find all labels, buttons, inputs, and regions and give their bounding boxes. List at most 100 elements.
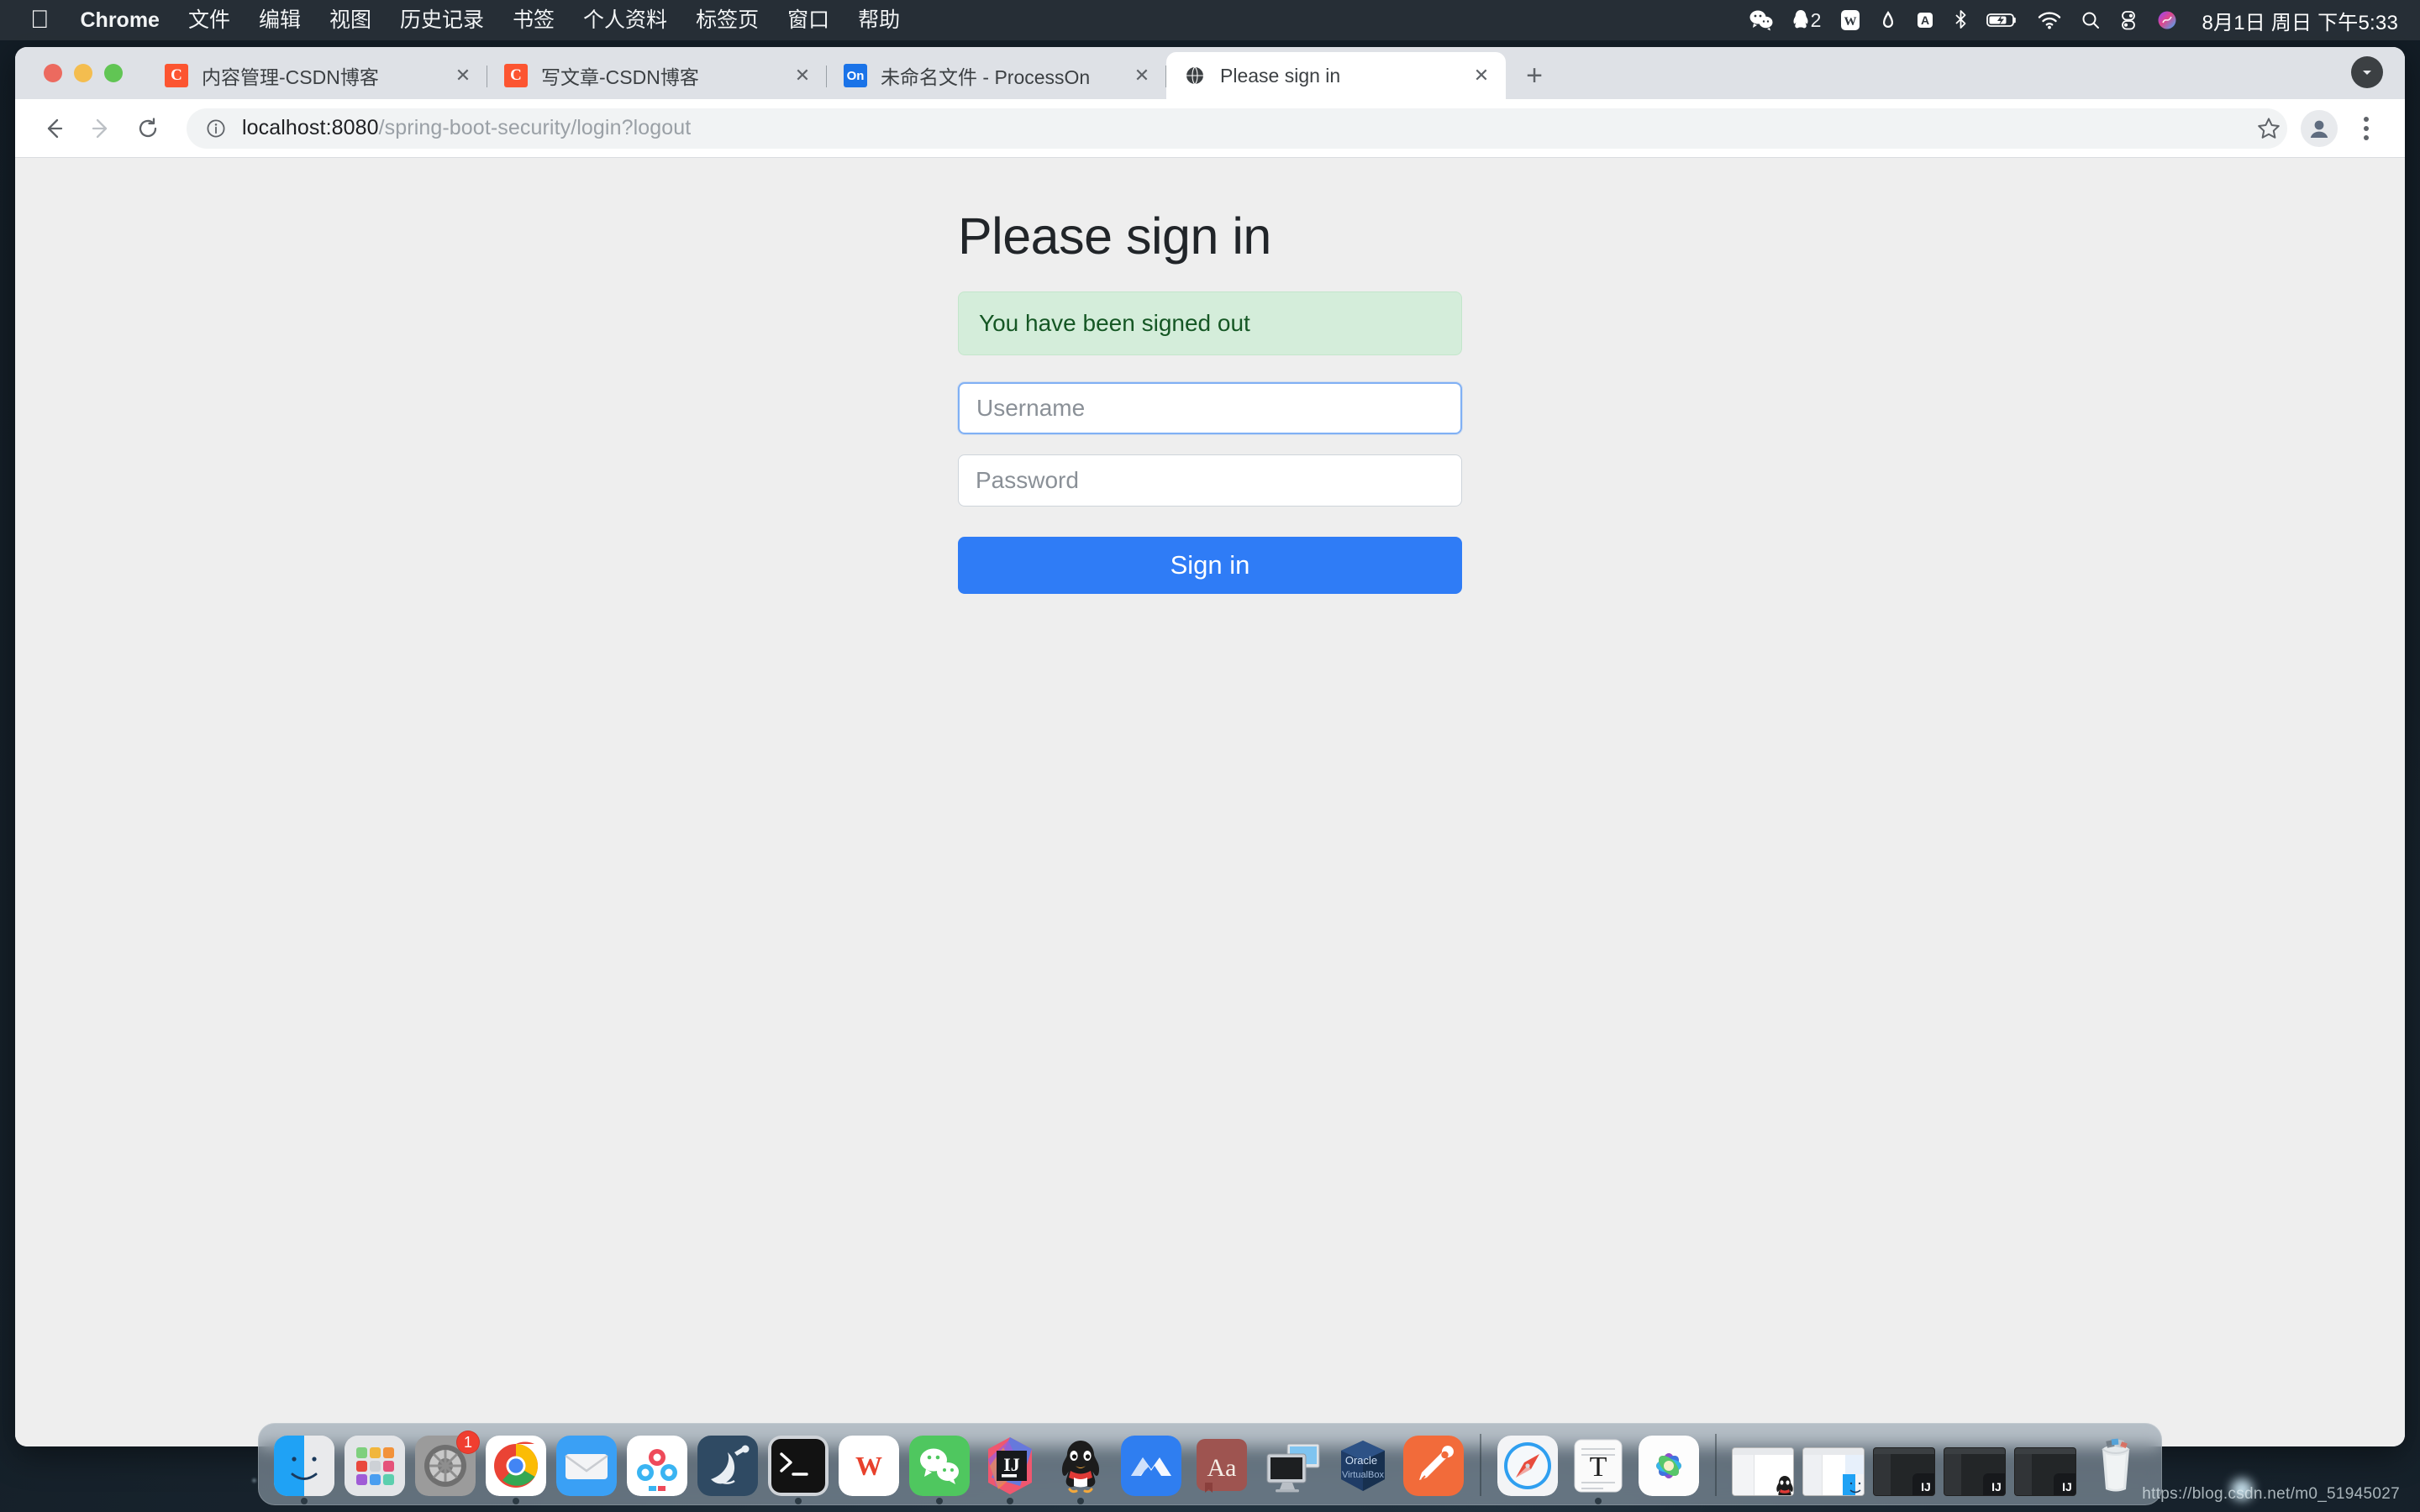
intellij-overlay-label: IJ [1921,1480,1931,1494]
close-window-button[interactable] [44,64,62,82]
menu-bar-clock[interactable]: 8月1日 周日 下午5:33 [2196,6,2398,35]
bluetooth-icon[interactable] [1954,0,1968,40]
running-indicator [1007,1498,1013,1504]
new-tab-button[interactable]: + [1516,57,1553,94]
dock-item-screen-sharing[interactable] [1261,1434,1323,1496]
qq-icon[interactable]: 2 [1792,0,1821,40]
menu-item-chrome[interactable]: Chrome [66,0,174,40]
minimized-window-intellij-3[interactable]: IJ [2014,1434,2076,1496]
url-host: localhost:8080 [242,116,379,139]
forward-button[interactable] [77,105,124,152]
close-tab-button[interactable]: ✕ [790,63,815,88]
dock-item-mail[interactable] [555,1434,618,1496]
finder-overlay-icon [1842,1473,1864,1495]
svg-text:W: W [855,1451,882,1481]
dock-item-wps-office[interactable]: W [838,1434,900,1496]
maximize-window-button[interactable] [104,64,123,82]
svg-text:T: T [1590,1452,1607,1483]
wifi-icon[interactable] [2037,0,2062,40]
baidu-netdisk-icon [627,1436,687,1496]
minimized-window-intellij-1[interactable]: IJ [1873,1434,1935,1496]
battery-charging-icon[interactable] [1986,0,2018,40]
menu-item-view[interactable]: 视图 [315,0,386,40]
minimized-window-thumbnail: IJ [2014,1447,2076,1496]
dock-item-finder[interactable] [273,1434,335,1504]
qq-overlay-icon [1771,1473,1793,1495]
apple-logo-icon[interactable]:  [30,0,66,40]
browser-tab-title: 未命名文件 - ProcessOn [881,66,1091,88]
wechat-icon[interactable] [1749,0,1774,40]
browser-tab-0[interactable]: C 内容管理-CSDN博客 ✕ [148,52,487,99]
dock-item-mysql-workbench[interactable] [697,1434,759,1496]
dock-item-terminal[interactable] [767,1434,829,1504]
menu-item-help[interactable]: 帮助 [844,0,914,40]
star-icon[interactable] [2249,116,2289,141]
safari-icon [1497,1436,1558,1496]
dock-item-virtualbox[interactable]: Oracle VirtualBox [1332,1434,1394,1496]
menu-item-bookmarks[interactable]: 书签 [498,0,569,40]
dock-item-chrome[interactable] [485,1434,547,1504]
back-button[interactable] [30,105,77,152]
siri-icon[interactable] [2156,0,2178,40]
close-tab-button[interactable]: ✕ [1469,63,1494,88]
info-circle-icon[interactable] [205,118,229,139]
dock-item-intellij-idea[interactable]: IJ [979,1434,1041,1504]
dock-item-postman[interactable] [1402,1434,1465,1496]
svg-text:A: A [1921,13,1929,27]
minimized-window-thumbnail: IJ [1944,1447,2006,1496]
dock-item-qq[interactable] [1050,1434,1112,1504]
dock-item-dictionary[interactable]: Aa [1191,1434,1253,1496]
running-indicator [936,1498,943,1504]
menu-item-history[interactable]: 历史记录 [386,0,498,40]
avatar-icon[interactable] [2301,109,2338,147]
browser-tab-1[interactable]: C 写文章-CSDN博客 ✕ [487,52,827,99]
dock-item-baidu-netdisk[interactable] [626,1434,688,1496]
chevron-down-icon[interactable] [2351,56,2383,88]
dock-item-textedit[interactable]: T [1567,1434,1629,1504]
signin-button[interactable]: Sign in [958,537,1462,595]
menu-item-tabs[interactable]: 标签页 [681,0,773,40]
globe-favicon [1183,64,1207,87]
browser-tab-2[interactable]: On 未命名文件 - ProcessOn ✕ [827,52,1166,99]
minimized-window-thumbnail [1802,1447,1865,1496]
diamond-icon[interactable] [1880,0,1897,40]
dock-item-launchpad[interactable] [344,1434,406,1496]
wps-icon[interactable]: W [1839,0,1861,40]
spotlight-search-icon[interactable] [2081,0,2101,40]
dock-item-photos[interactable] [1638,1434,1700,1496]
menu-item-file[interactable]: 文件 [174,0,245,40]
menu-item-edit[interactable]: 编辑 [245,0,315,40]
minimize-window-button[interactable] [74,64,92,82]
dock-item-trash[interactable] [2085,1434,2147,1496]
svg-text:IJ: IJ [1003,1454,1020,1475]
csdn-favicon: C [165,64,188,87]
close-tab-button[interactable]: ✕ [450,63,476,88]
browser-tab-3-active[interactable]: Please sign in ✕ [1166,52,1506,99]
minimized-window-qq[interactable] [1732,1434,1794,1496]
close-tab-button[interactable]: ✕ [1129,63,1155,88]
address-bar[interactable]: localhost:8080/spring-boot-security/logi… [187,108,2287,149]
minimized-window-finder[interactable] [1802,1434,1865,1496]
running-indicator [795,1498,802,1504]
processon-favicon: On [844,64,867,87]
control-center-icon[interactable] [2119,0,2138,40]
dock-item-system-preferences[interactable]: 1 [414,1431,480,1496]
input-method-icon[interactable]: A [1915,0,1935,40]
minimized-window-intellij-2[interactable]: IJ [1944,1434,2006,1496]
username-input[interactable] [958,382,1462,435]
dock-item-motrix[interactable] [1120,1434,1182,1496]
intellij-overlay-icon: IJ [2054,1473,2075,1495]
password-input[interactable] [958,454,1462,507]
dock-item-safari[interactable] [1497,1434,1559,1496]
reload-button[interactable] [124,105,171,152]
dock-separator [1480,1434,1481,1496]
dock-item-wechat[interactable] [908,1434,971,1504]
menu-item-window[interactable]: 窗口 [773,0,844,40]
menu-item-profiles[interactable]: 个人资料 [569,0,681,40]
svg-text:VirtualBox: VirtualBox [1342,1470,1384,1480]
three-dot-menu-icon[interactable] [2349,108,2383,149]
mysql-workbench-icon [697,1436,758,1496]
finder-icon [274,1436,334,1496]
menu-dot [2364,134,2369,140]
dock-separator [1715,1434,1717,1496]
